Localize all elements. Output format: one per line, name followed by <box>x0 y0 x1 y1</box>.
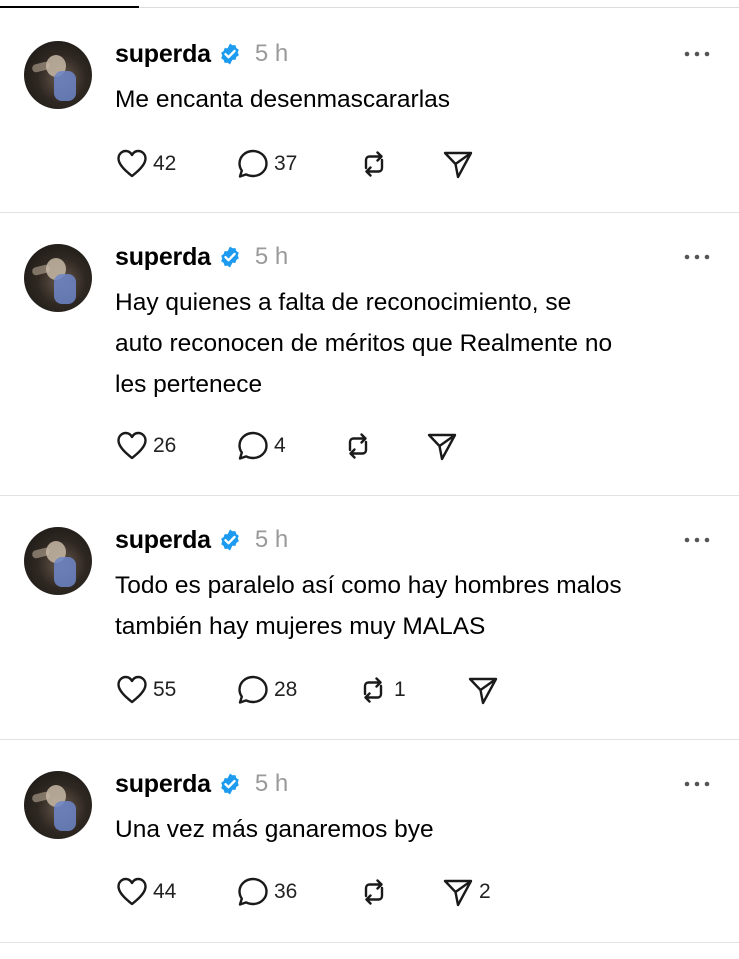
post[interactable]: superda 5 h Me encanta desenmascararlas … <box>0 10 739 213</box>
post[interactable]: superda 5 h Hay quienes a falta de recon… <box>0 213 739 496</box>
post-text-line: Todo es paralelo así como hay hombres ma… <box>115 572 622 599</box>
paper-plane-icon <box>427 433 457 461</box>
like-count: 55 <box>153 678 177 701</box>
repost-icon <box>364 151 384 177</box>
post-header: superda 5 h <box>115 242 288 272</box>
heart-icon <box>117 877 147 906</box>
share-button[interactable] <box>441 147 479 181</box>
post-time: 5 h <box>254 770 289 797</box>
ellipsis-icon[interactable] <box>682 779 712 789</box>
reply-count: 36 <box>274 880 298 903</box>
repost-icon <box>364 879 384 905</box>
reply-count: 4 <box>274 434 286 457</box>
heart-icon <box>117 675 147 704</box>
ellipsis-icon[interactable] <box>682 535 712 545</box>
repost-button[interactable] <box>357 875 395 909</box>
post-text-line: les pertenece <box>115 371 263 398</box>
post-text-line: auto reconocen de méritos que Realmente … <box>115 330 613 357</box>
username[interactable]: superda <box>115 770 211 799</box>
repost-button[interactable]: 1 <box>356 673 406 707</box>
avatar[interactable] <box>24 244 92 312</box>
avatar[interactable] <box>24 771 92 839</box>
speech-bubble-icon <box>238 431 268 460</box>
post-text: Una vez más ganaremos bye <box>115 809 434 850</box>
post-text-line: Hay quienes a falta de reconocimiento, s… <box>115 289 572 316</box>
post-time: 5 h <box>254 243 289 270</box>
like-count: 42 <box>153 152 177 175</box>
ellipsis-icon[interactable] <box>682 252 712 262</box>
share-button[interactable]: 2 <box>441 875 491 909</box>
reply-count: 37 <box>274 152 298 175</box>
share-count: 2 <box>479 880 491 903</box>
repost-icon <box>348 433 368 459</box>
post-text: Hay quienes a falta de reconocimiento, s… <box>115 282 612 405</box>
post[interactable]: superda 5 h Todo es paralelo así como ha… <box>0 496 739 740</box>
username[interactable]: superda <box>115 40 211 69</box>
post-text: Todo es paralelo así como hay hombres ma… <box>115 565 622 647</box>
heart-icon <box>117 431 147 460</box>
speech-bubble-icon <box>238 877 268 906</box>
repost-button[interactable] <box>341 429 379 463</box>
speech-bubble-icon <box>238 675 268 704</box>
repost-count: 1 <box>394 678 406 701</box>
top-tab-indicator <box>0 0 739 10</box>
share-button[interactable] <box>466 673 504 707</box>
paper-plane-icon <box>443 879 473 907</box>
like-button[interactable]: 42 <box>115 147 176 181</box>
verified-badge-icon <box>221 246 239 268</box>
paper-plane-icon <box>468 677 498 705</box>
avatar[interactable] <box>24 527 92 595</box>
reply-count: 28 <box>274 678 298 701</box>
like-button[interactable]: 26 <box>115 429 176 463</box>
post-header: superda 5 h <box>115 525 288 555</box>
speech-bubble-icon <box>238 149 268 178</box>
post-text-line: Me encanta desenmascararlas <box>115 86 451 113</box>
post-time: 5 h <box>254 40 289 67</box>
post-text-line: también hay mujeres muy MALAS <box>115 613 486 640</box>
avatar[interactable] <box>24 41 92 109</box>
post-header: superda 5 h <box>115 769 288 799</box>
like-button[interactable]: 55 <box>115 673 176 707</box>
reply-button[interactable]: 36 <box>236 875 297 909</box>
paper-plane-icon <box>443 151 473 179</box>
post-time: 5 h <box>254 526 289 553</box>
reply-button[interactable]: 37 <box>236 147 297 181</box>
ellipsis-icon[interactable] <box>682 49 712 59</box>
verified-badge-icon <box>221 773 239 795</box>
share-button[interactable] <box>425 429 463 463</box>
like-count: 44 <box>153 880 177 903</box>
post[interactable]: superda 5 h Una vez más ganaremos bye 44… <box>0 740 739 943</box>
post-text: Me encanta desenmascararlas <box>115 79 450 120</box>
repost-button[interactable] <box>357 147 395 181</box>
reply-button[interactable]: 4 <box>236 429 286 463</box>
verified-badge-icon <box>221 529 239 551</box>
post-text-line: Una vez más ganaremos bye <box>115 816 434 843</box>
verified-badge-icon <box>221 43 239 65</box>
heart-icon <box>117 149 147 178</box>
repost-icon <box>363 677 383 703</box>
username[interactable]: superda <box>115 243 211 272</box>
like-button[interactable]: 44 <box>115 875 176 909</box>
post-header: superda 5 h <box>115 39 288 69</box>
like-count: 26 <box>153 434 177 457</box>
username[interactable]: superda <box>115 526 211 555</box>
reply-button[interactable]: 28 <box>236 673 297 707</box>
